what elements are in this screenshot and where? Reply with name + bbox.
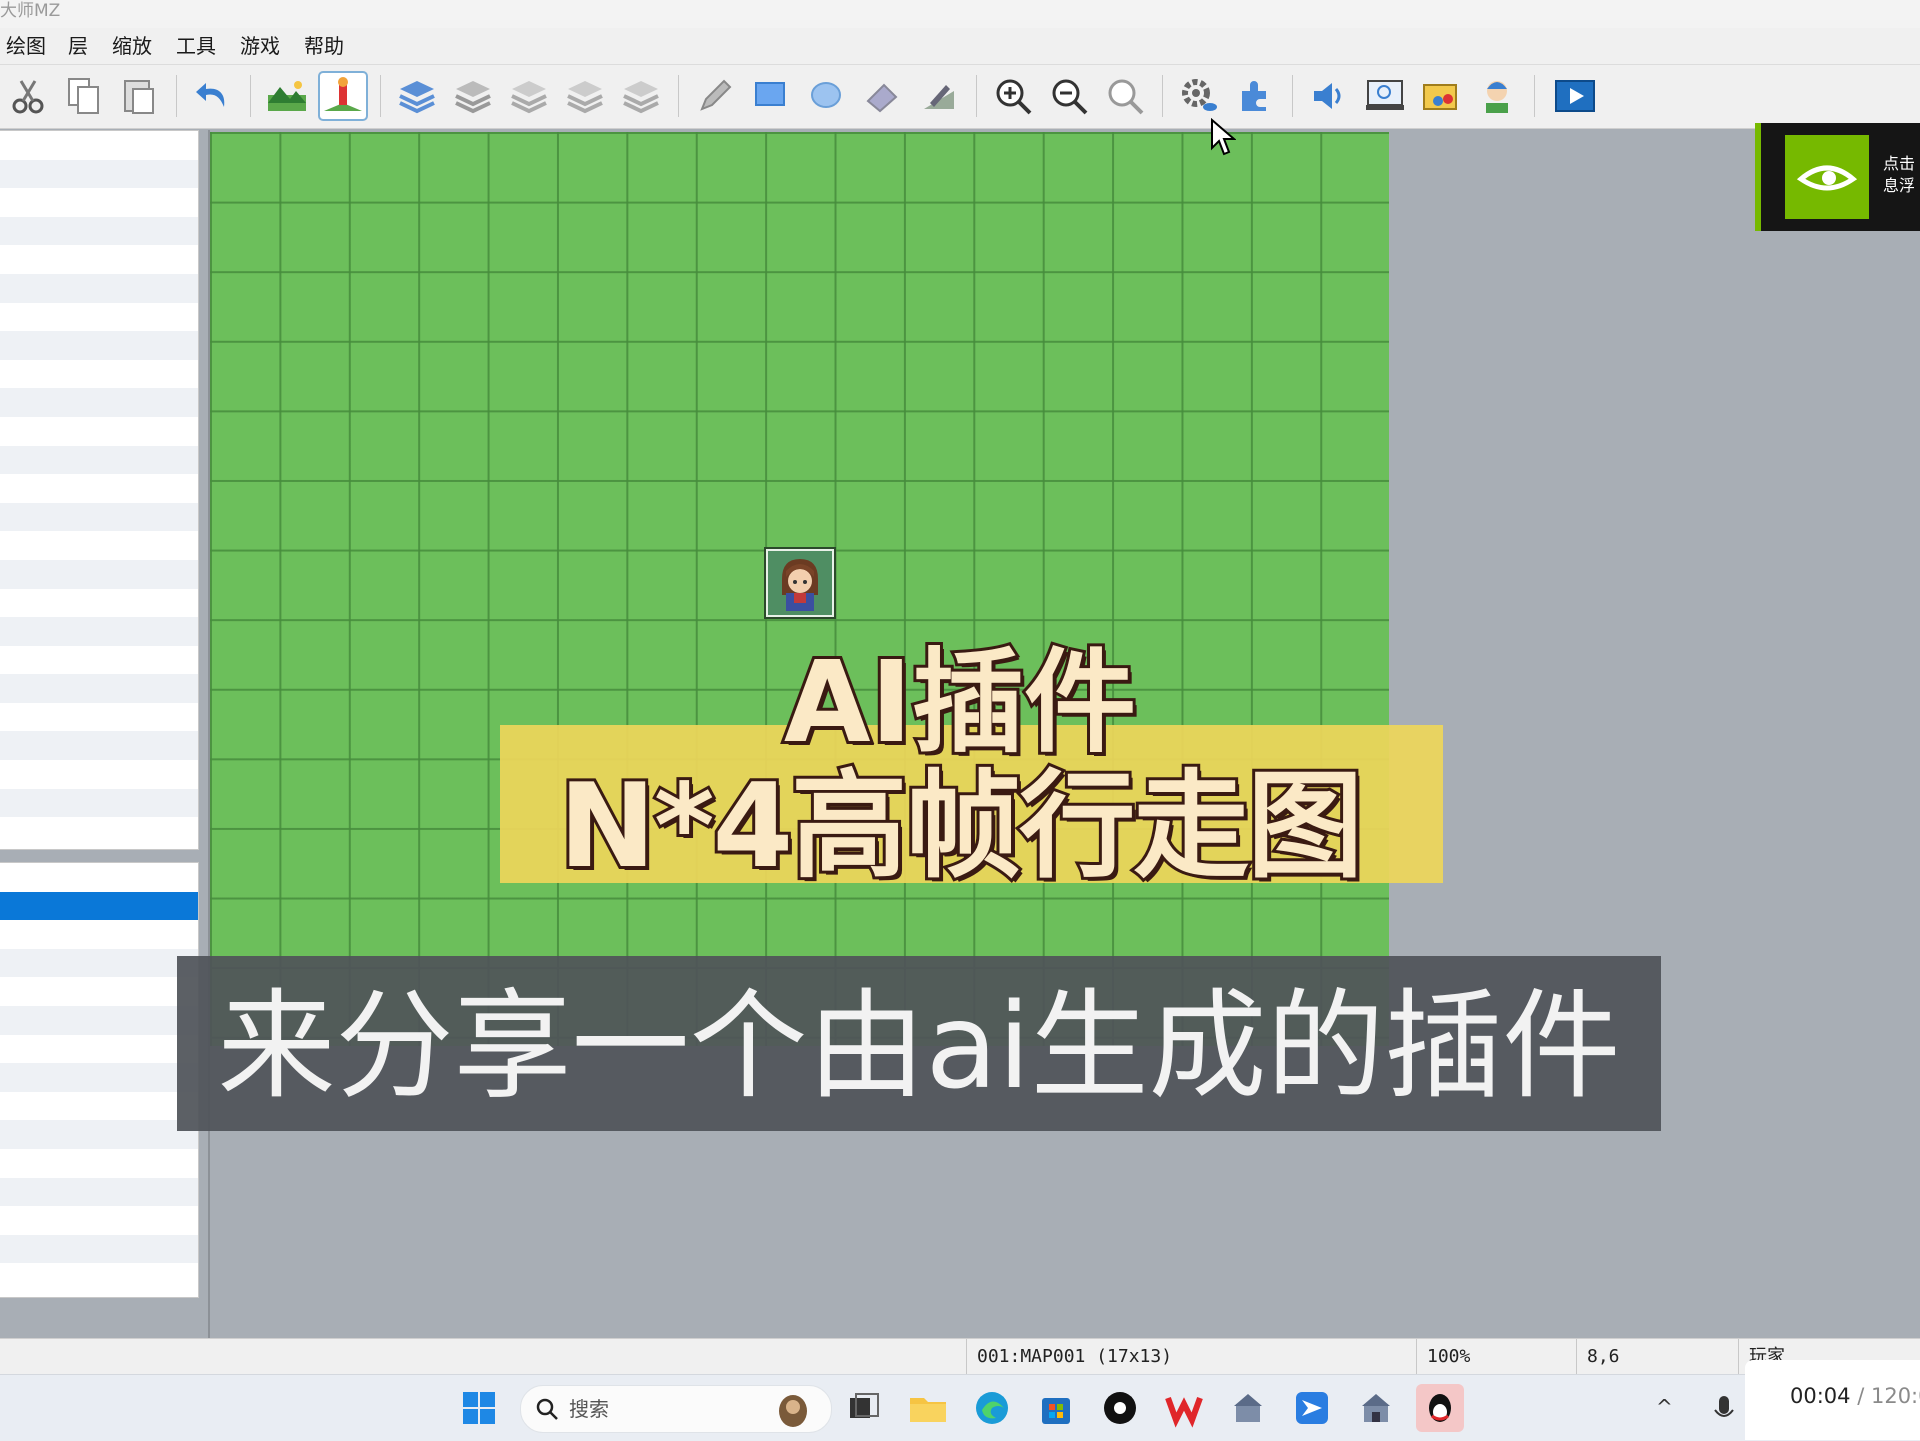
edge-browser-icon[interactable] <box>968 1384 1016 1432</box>
menu-bar: 绘图 层 缩放 工具 游戏 帮助 <box>0 28 1920 65</box>
wps-office-icon[interactable] <box>1160 1384 1208 1432</box>
zoom-actual-icon[interactable] <box>1102 73 1148 119</box>
paste-icon[interactable] <box>117 73 163 119</box>
resource-manager-icon[interactable] <box>1418 73 1464 119</box>
layer-3-icon[interactable] <box>562 73 608 119</box>
menu-tools[interactable]: 工具 <box>176 28 216 64</box>
search-icon <box>536 1398 558 1420</box>
task-view-icon[interactable] <box>840 1384 888 1432</box>
zoom-out-icon[interactable] <box>1046 73 1092 119</box>
video-time-display: 00:04 / 120:00 <box>1745 1360 1920 1440</box>
cut-icon[interactable] <box>5 73 51 119</box>
zoom-in-icon[interactable] <box>990 73 1036 119</box>
mouse-cursor-icon <box>1211 118 1236 156</box>
start-button-icon[interactable] <box>455 1384 503 1432</box>
time-total: 120:00 <box>1870 1384 1920 1408</box>
nvidia-popup-line1: 点击 <box>1883 154 1916 173</box>
toolbar <box>0 65 1920 129</box>
pencil-icon[interactable] <box>692 73 738 119</box>
game-app-icon[interactable] <box>1224 1384 1272 1432</box>
nvidia-popup-line2: 息浮 <box>1883 176 1916 195</box>
status-zoom: 100% <box>1416 1339 1577 1375</box>
event-searcher-icon[interactable] <box>1362 73 1408 119</box>
microsoft-store-icon[interactable] <box>1032 1384 1080 1432</box>
nvidia-overlay-popup[interactable]: 点击 息浮 <box>1755 123 1920 231</box>
microphone-icon[interactable] <box>1700 1384 1734 1432</box>
map-list[interactable] <box>0 862 199 1298</box>
layer-2-icon[interactable] <box>506 73 552 119</box>
overlay-title-line2: N*4高帧行走图 <box>556 756 1366 897</box>
rectangle-icon[interactable] <box>748 73 794 119</box>
title-bar: 大师MZ <box>0 0 1920 28</box>
sound-test-icon[interactable] <box>1306 73 1352 119</box>
menu-zoom[interactable]: 缩放 <box>112 28 152 64</box>
status-bar: 001:MAP001 (17x13) 100% 8,6 玩家 <box>0 1338 1920 1375</box>
video-subtitle: 来分享一个由ai生成的插件 <box>217 977 1621 1115</box>
file-explorer-icon[interactable] <box>904 1384 952 1432</box>
tray-chevron-up-icon[interactable]: ^ <box>1656 1395 1673 1419</box>
qq-icon[interactable] <box>1416 1384 1464 1432</box>
window-title: 大师MZ <box>0 1 61 21</box>
rpg-maker-icon[interactable] <box>1352 1384 1400 1432</box>
character-generator-icon[interactable] <box>1474 73 1520 119</box>
undo-icon[interactable] <box>190 73 236 119</box>
shadow-pen-icon[interactable] <box>916 73 962 119</box>
layer-4-icon[interactable] <box>618 73 664 119</box>
map-mode-icon[interactable] <box>264 73 310 119</box>
playtest-icon[interactable] <box>1552 73 1598 119</box>
copy-icon[interactable] <box>61 73 107 119</box>
flood-fill-icon[interactable] <box>860 73 906 119</box>
status-map-info: 001:MAP001 (17x13) <box>966 1339 1417 1375</box>
player-start-event[interactable] <box>764 547 836 619</box>
time-separator: / <box>1850 1384 1871 1408</box>
mail-app-icon[interactable] <box>1288 1384 1336 1432</box>
time-current: 00:04 <box>1790 1384 1851 1408</box>
menu-help[interactable]: 帮助 <box>304 28 344 64</box>
menu-draw[interactable]: 绘图 <box>6 28 46 64</box>
database-icon[interactable] <box>1176 73 1222 119</box>
event-mode-icon[interactable] <box>318 71 368 121</box>
layer-1-icon[interactable] <box>450 73 496 119</box>
nvidia-logo-icon <box>1785 135 1869 219</box>
taskbar-search-input[interactable]: 搜索 <box>520 1385 832 1433</box>
plugin-manager-icon[interactable] <box>1232 73 1278 119</box>
menu-layer[interactable]: 层 <box>68 28 88 64</box>
search-highlight-art-icon <box>779 1395 807 1427</box>
ellipse-icon[interactable] <box>804 73 850 119</box>
menu-game[interactable]: 游戏 <box>240 28 280 64</box>
windows-taskbar: 搜索 ^ 中 <box>0 1374 1920 1441</box>
layer-auto-icon[interactable] <box>394 73 440 119</box>
search-placeholder: 搜索 <box>569 1397 609 1421</box>
status-coords: 8,6 <box>1576 1339 1737 1375</box>
ai-app-icon[interactable] <box>1096 1384 1144 1432</box>
